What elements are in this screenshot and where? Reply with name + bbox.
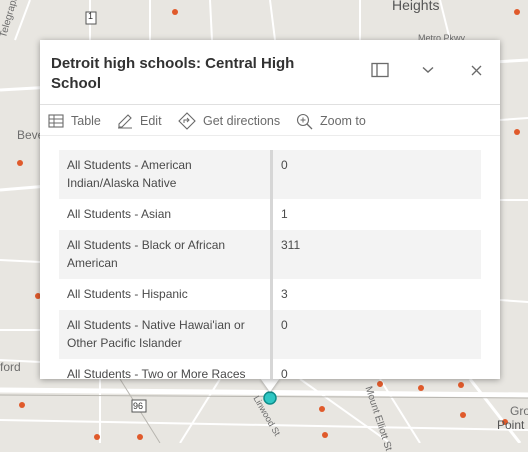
popup-content[interactable]: All Students - American Indian/Alaska Na…	[40, 136, 500, 379]
field-name: All Students - Black or African American	[59, 230, 273, 279]
edit-icon	[118, 114, 132, 129]
popup-actions-bar: Table Edit Get directions Zoom to	[40, 105, 500, 136]
table-row: All Students - American Indian/Alaska Na…	[59, 150, 481, 199]
field-value: 0	[271, 359, 481, 379]
table-row: All Students - Two or More Races 0	[59, 359, 481, 379]
map-label-gro: Gro	[510, 404, 528, 418]
feature-popup: Detroit high schools: Central High Schoo…	[40, 40, 500, 379]
popup-title: Detroit high schools: Central High Schoo…	[51, 55, 295, 92]
field-value: 0	[271, 150, 481, 199]
field-value: 0	[271, 310, 481, 359]
table-row: All Students - Asian 1	[59, 199, 481, 230]
popup-pointer	[260, 378, 280, 392]
map-label-heights: Heights	[392, 0, 440, 13]
route-1-shield: 1	[88, 11, 94, 21]
collapse-button[interactable]	[416, 58, 440, 82]
close-button[interactable]	[464, 58, 488, 82]
table-action-label: Table	[71, 114, 101, 128]
table-row: All Students - Black or African American…	[59, 230, 481, 279]
dock-button[interactable]	[368, 58, 392, 82]
popup-header: Detroit high schools: Central High Schoo…	[40, 40, 500, 105]
chevron-down-icon	[422, 66, 434, 73]
edit-action-label: Edit	[140, 114, 162, 128]
route-96-shield: 96	[133, 401, 144, 411]
close-icon	[471, 65, 481, 75]
field-value: 3	[271, 279, 481, 310]
field-name: All Students - Asian	[59, 199, 273, 230]
table-row: All Students - Native Hawai'ian or Other…	[59, 310, 481, 359]
table-icon	[48, 114, 64, 128]
edit-action[interactable]: Edit	[117, 111, 162, 131]
map-label-point: Point	[497, 418, 525, 432]
zoom-to-label: Zoom to	[320, 114, 366, 128]
field-name: All Students - American Indian/Alaska Na…	[59, 150, 273, 199]
get-directions-action[interactable]: Get directions	[178, 111, 280, 131]
directions-icon	[178, 112, 196, 130]
zoom-to-icon	[296, 113, 313, 129]
field-name: All Students - Hispanic	[59, 279, 273, 310]
field-value: 311	[271, 230, 481, 279]
map-label-ford: ford	[0, 360, 21, 374]
dock-icon	[371, 62, 389, 78]
attribute-table: All Students - American Indian/Alaska Na…	[59, 150, 481, 379]
table-action[interactable]: Table	[48, 111, 101, 131]
field-value: 1	[271, 199, 481, 230]
get-directions-label: Get directions	[203, 114, 281, 128]
selected-feature-marker	[263, 391, 277, 405]
table-row: All Students - Hispanic 3	[59, 279, 481, 310]
field-name: All Students - Two or More Races	[59, 359, 273, 379]
field-name: All Students - Native Hawai'ian or Other…	[59, 310, 273, 359]
zoom-to-action[interactable]: Zoom to	[296, 111, 366, 131]
